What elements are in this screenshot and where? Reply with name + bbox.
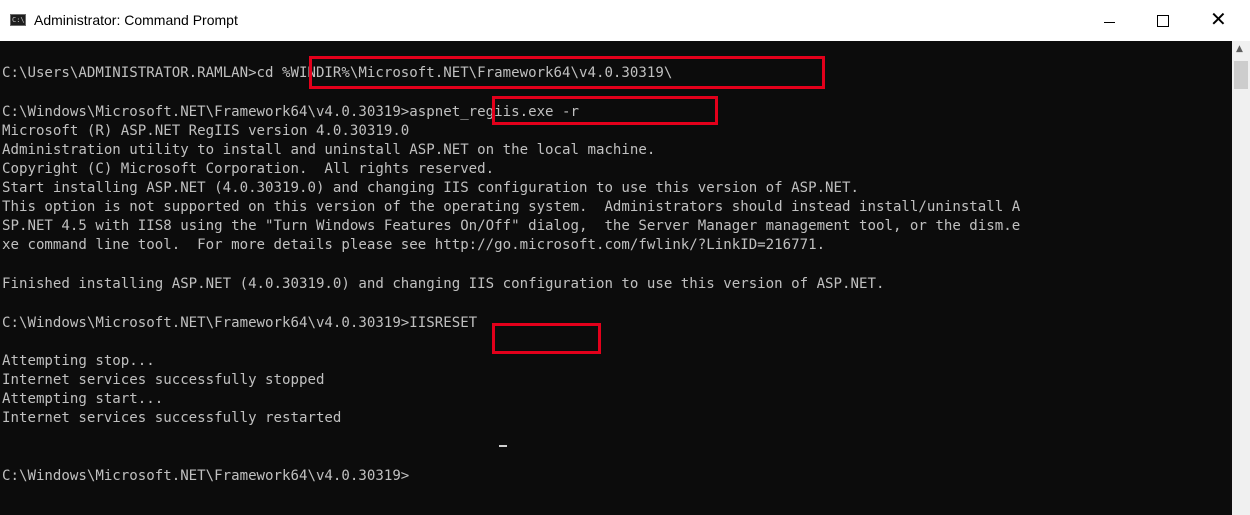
console-line: Microsoft (R) ASP.NET RegIIS version 4.0…: [2, 123, 410, 139]
console-line: Start installing ASP.NET (4.0.30319.0) a…: [2, 180, 860, 196]
scroll-up-arrow-icon[interactable]: ▲: [1236, 44, 1243, 54]
console-line: xe command line tool. For more details p…: [2, 237, 826, 253]
console-prompt: C:\Windows\Microsoft.NET\Framework64\v4.…: [2, 468, 410, 484]
console-line: Copyright (C) Microsoft Corporation. All…: [2, 161, 495, 177]
command-prompt-window: C:\. Administrator: Command Prompt ✕ C:\…: [0, 0, 1250, 515]
maximize-icon: [1157, 15, 1169, 27]
cmd-app-icon[interactable]: C:\.: [10, 14, 26, 26]
console-line: Attempting stop...: [2, 353, 155, 369]
highlight-iisreset-command: [492, 323, 601, 354]
close-icon: ✕: [1210, 7, 1227, 31]
console-line: Internet services successfully restarted: [2, 410, 342, 426]
console-line: This option is not supported on this ver…: [2, 199, 1021, 215]
text-cursor: [499, 445, 507, 447]
vertical-scrollbar[interactable]: ▲: [1232, 41, 1250, 515]
console-line: Administration utility to install and un…: [2, 142, 656, 158]
highlight-cd-command: [309, 56, 825, 89]
close-button[interactable]: ✕: [1196, 0, 1242, 41]
window-title: Administrator: Command Prompt: [34, 12, 238, 28]
minimize-icon: [1104, 22, 1115, 23]
console-line: SP.NET 4.5 with IIS8 using the "Turn Win…: [2, 218, 1021, 234]
console-line: C:\Windows\Microsoft.NET\Framework64\v4.…: [2, 315, 478, 331]
title-bar[interactable]: C:\. Administrator: Command Prompt ✕: [0, 0, 1250, 41]
console-line: Internet services successfully stopped: [2, 372, 325, 388]
console-output[interactable]: C:\Users\ADMINISTRATOR.RAMLAN>cd %WINDIR…: [0, 41, 1232, 515]
highlight-aspnet-regiis-command: [492, 96, 718, 125]
maximize-button[interactable]: [1140, 0, 1186, 41]
scroll-thumb[interactable]: [1234, 61, 1248, 89]
console-line: Attempting start...: [2, 391, 164, 407]
console-line: Finished installing ASP.NET (4.0.30319.0…: [2, 276, 885, 292]
minimize-button[interactable]: [1086, 0, 1132, 41]
